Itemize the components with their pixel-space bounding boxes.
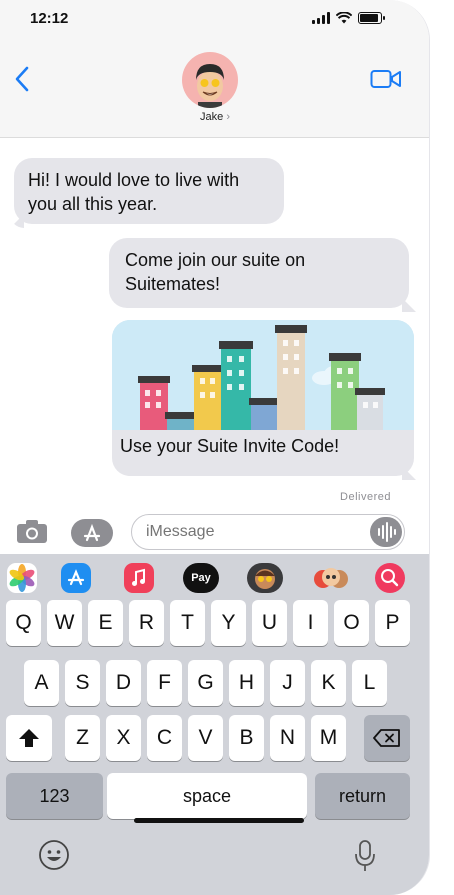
numbers-key[interactable]: 123 [6, 773, 103, 819]
key-i[interactable]: I [293, 600, 328, 646]
key-f[interactable]: F [147, 660, 182, 706]
camera-icon[interactable] [16, 518, 48, 544]
messages-screen: 12:12 Jake › Hi! I would love to live wi… [0, 0, 430, 895]
keyboard: Pay Q W E R T Y U I O P A S D F G H J K … [0, 554, 429, 895]
search-images-icon[interactable] [375, 563, 405, 593]
buildings-illustration [112, 320, 414, 430]
key-l[interactable]: L [352, 660, 387, 706]
app-store-button[interactable] [71, 519, 113, 547]
apple-pay-label: Pay [191, 572, 211, 584]
key-k[interactable]: K [311, 660, 346, 706]
waveform-icon [378, 522, 396, 542]
key-o[interactable]: O [334, 600, 369, 646]
delete-key[interactable] [364, 715, 410, 761]
status-bar: 12:12 [0, 0, 429, 38]
key-d[interactable]: D [106, 660, 141, 706]
outgoing-message-bubble[interactable]: Come join our suite on Suitemates! [109, 238, 409, 308]
wifi-icon [336, 12, 352, 24]
contact-name-label: Jake [200, 111, 224, 123]
shift-key[interactable] [6, 715, 52, 761]
key-n[interactable]: N [270, 715, 305, 761]
message-text: Hi! I would love to live with you all th… [28, 170, 240, 214]
key-x[interactable]: X [106, 715, 141, 761]
contact-name[interactable]: Jake › [0, 111, 429, 123]
incoming-message-bubble[interactable]: Hi! I would love to live with you all th… [14, 158, 284, 224]
photos-icon[interactable] [7, 563, 37, 593]
contact-avatar[interactable] [182, 52, 238, 108]
contact-chevron-icon: › [226, 111, 230, 123]
key-t[interactable]: T [170, 600, 205, 646]
audio-message-button[interactable] [370, 517, 402, 547]
key-z[interactable]: Z [65, 715, 100, 761]
app-store-icon[interactable] [61, 563, 91, 593]
memoji-icon[interactable] [247, 563, 283, 593]
imessage-input[interactable] [131, 514, 405, 550]
status-icons [312, 12, 385, 24]
key-b[interactable]: B [229, 715, 264, 761]
link-card-caption: Use your Suite Invite Code! [120, 436, 340, 456]
memoji-stickers-icon[interactable] [311, 563, 351, 593]
key-h[interactable]: H [229, 660, 264, 706]
signal-icon [312, 12, 330, 24]
music-icon[interactable] [124, 563, 154, 593]
home-indicator [134, 818, 304, 823]
app-store-icon [83, 523, 101, 542]
apple-pay-icon[interactable]: Pay [183, 563, 219, 593]
return-key[interactable]: return [315, 773, 410, 819]
emoji-icon[interactable] [38, 839, 70, 871]
key-u[interactable]: U [252, 600, 287, 646]
backspace-icon [373, 729, 400, 747]
microphone-icon[interactable] [353, 839, 377, 873]
key-q[interactable]: Q [6, 600, 41, 646]
space-key[interactable]: space [107, 773, 307, 819]
status-time: 12:12 [30, 10, 69, 27]
key-w[interactable]: W [47, 600, 82, 646]
key-m[interactable]: M [311, 715, 346, 761]
key-j[interactable]: J [270, 660, 305, 706]
key-v[interactable]: V [188, 715, 223, 761]
key-e[interactable]: E [88, 600, 123, 646]
key-s[interactable]: S [65, 660, 100, 706]
imessage-app-strip: Pay [0, 554, 429, 602]
invite-link-card[interactable]: Use your Suite Invite Code! [112, 320, 414, 476]
battery-icon [358, 12, 385, 24]
back-chevron-icon[interactable] [12, 64, 32, 94]
shift-arrow-icon [19, 729, 39, 747]
key-a[interactable]: A [24, 660, 59, 706]
key-r[interactable]: R [129, 600, 164, 646]
key-g[interactable]: G [188, 660, 223, 706]
delivery-status: Delivered [340, 491, 391, 503]
message-text: Come join our suite on Suitemates! [125, 250, 306, 294]
key-y[interactable]: Y [211, 600, 246, 646]
key-p[interactable]: P [375, 600, 410, 646]
facetime-video-icon[interactable] [370, 68, 402, 90]
conversation-header: 12:12 Jake › [0, 0, 429, 138]
key-c[interactable]: C [147, 715, 182, 761]
